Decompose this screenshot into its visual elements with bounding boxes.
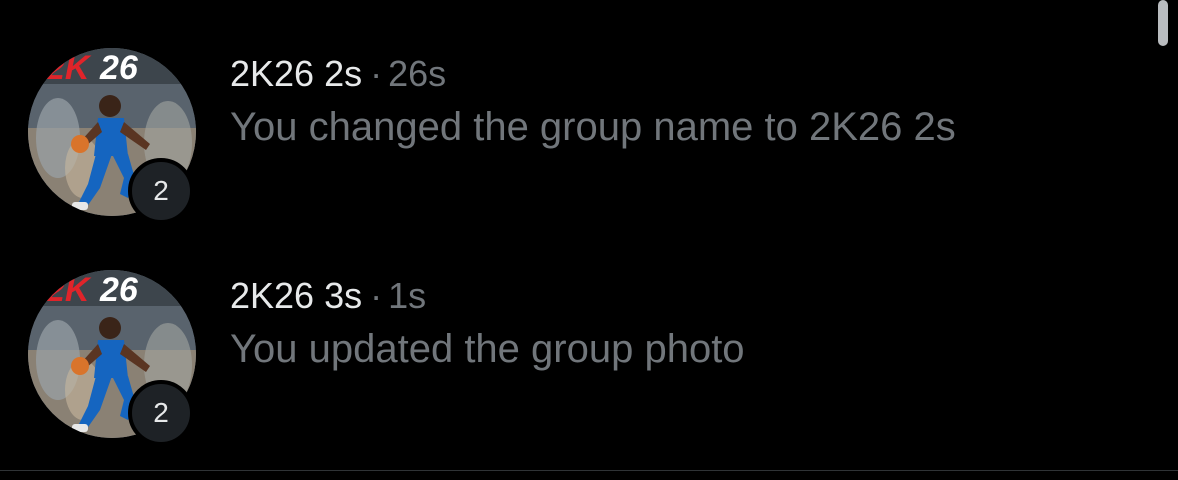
svg-text:26: 26	[99, 49, 139, 87]
member-count-badge: 2	[128, 380, 194, 446]
group-avatar[interactable]: 2K 26 2	[28, 48, 196, 224]
messages-list: 2K 26 2 2K26 2s · 26s You changed the grou…	[0, 0, 1178, 480]
conversation-name: 2K26 2s	[230, 53, 363, 94]
conversation-item[interactable]: 2K 26 2 2K26 3s · 1s You updated the group…	[0, 236, 1150, 458]
group-avatar[interactable]: 2K 26 2	[28, 270, 196, 446]
separator-dot: ·	[370, 53, 383, 94]
message-preview: You updated the group photo	[230, 327, 745, 371]
scrollbar[interactable]	[1158, 0, 1168, 46]
2k-logo: 2K	[45, 49, 92, 87]
conversation-text: 2K26 2s · 26s You changed the group name t…	[230, 50, 1150, 156]
conversation-item[interactable]: 2K 26 2 2K26 2s · 26s You changed the grou…	[0, 14, 1150, 236]
message-preview: You changed the group name to 2K26 2s	[230, 105, 956, 149]
conversation-header: 2K26 3s · 1s	[230, 272, 1150, 320]
conversation-text: 2K26 3s · 1s You updated the group photo	[230, 272, 1150, 378]
conversation-name: 2K26 3s	[230, 275, 363, 316]
separator-dot: ·	[370, 275, 383, 316]
divider	[0, 470, 1178, 471]
timestamp: 26s	[388, 53, 447, 94]
conversation-header: 2K26 2s · 26s	[230, 50, 1150, 98]
timestamp: 1s	[388, 275, 427, 316]
svg-text:26: 26	[99, 271, 139, 309]
member-count-badge: 2	[128, 158, 194, 224]
2k-logo: 2K	[45, 271, 92, 309]
